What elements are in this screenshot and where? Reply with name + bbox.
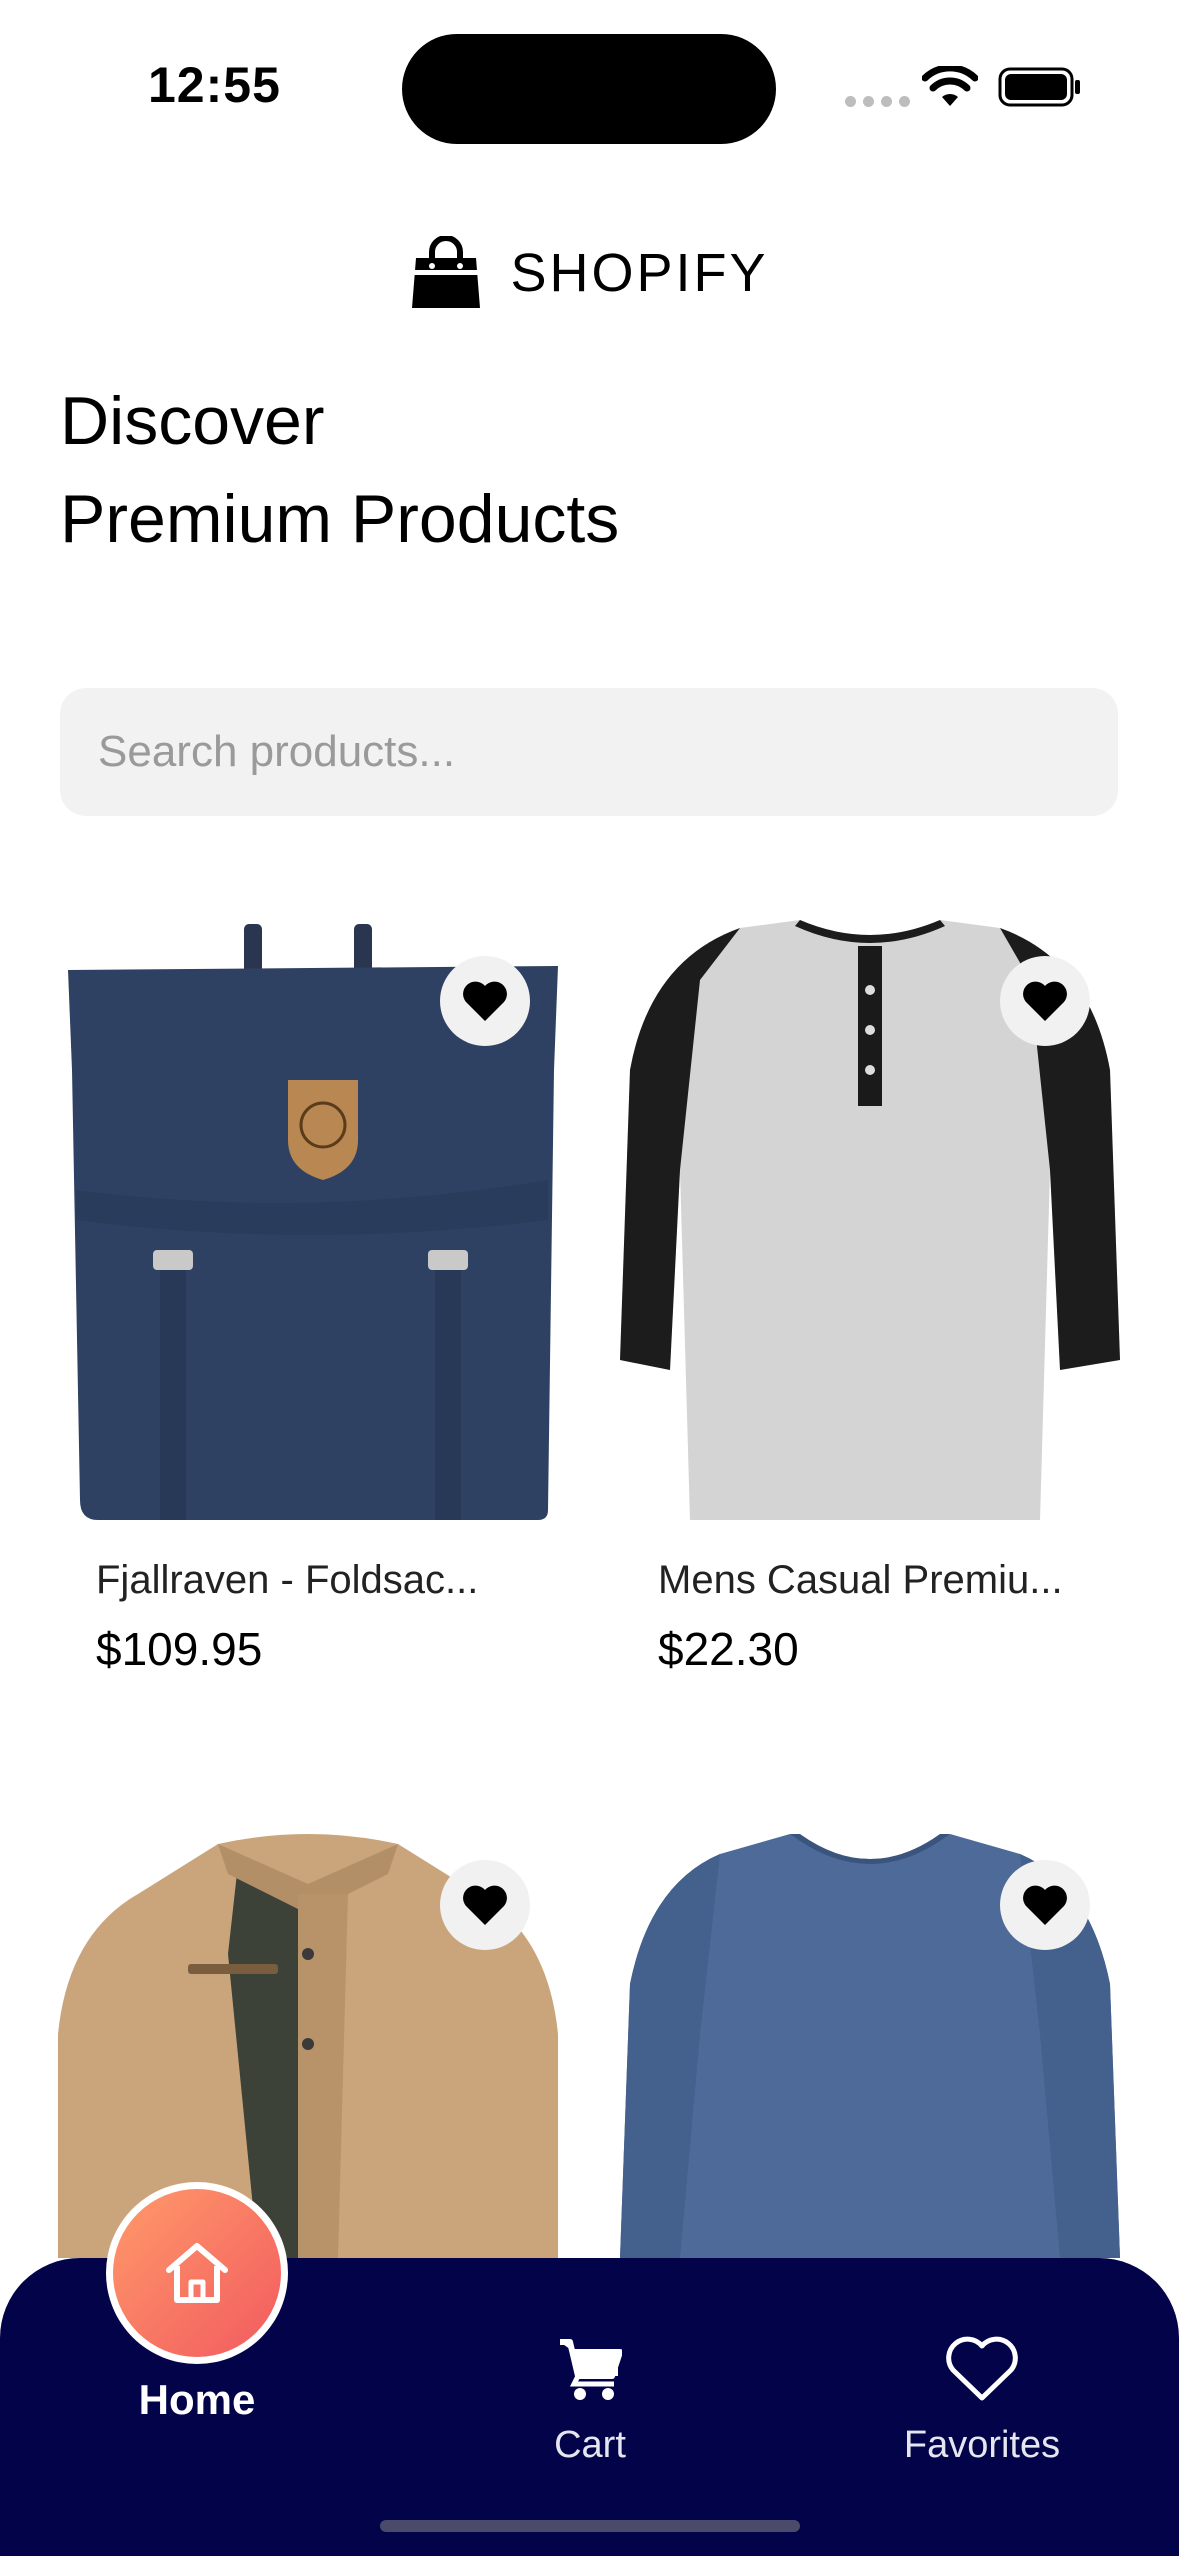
nav-label-cart: Cart	[554, 2424, 626, 2466]
status-time: 12:55	[148, 57, 281, 113]
favorite-button[interactable]	[440, 1860, 530, 1950]
heart-icon	[463, 1885, 507, 1925]
product-card[interactable]: Mens Casual Premiu... $22.30	[620, 920, 1120, 1675]
product-price: $109.95	[96, 1623, 263, 1675]
favorite-button[interactable]	[440, 956, 530, 1046]
product-name: Fjallraven - Foldsac...	[96, 1558, 479, 1602]
favorite-button[interactable]	[1000, 1860, 1090, 1950]
heart-icon	[463, 981, 507, 1021]
headline-line-1: Discover	[60, 383, 325, 459]
wifi-icon	[922, 66, 978, 106]
nav-home-button[interactable]	[106, 2182, 288, 2364]
shopping-bag-icon	[412, 236, 481, 308]
search-input[interactable]	[60, 688, 1118, 816]
dynamic-island	[402, 34, 776, 144]
product-image[interactable]	[58, 1834, 558, 2258]
home-button-circle	[113, 2189, 281, 2357]
product-card[interactable]	[58, 1834, 558, 2258]
nav-item-favorites[interactable]: Favorites	[882, 2336, 1082, 2467]
product-card[interactable]	[620, 1834, 1120, 2258]
product-price: $22.30	[658, 1623, 799, 1675]
home-icon	[166, 2243, 228, 2303]
product-name: Mens Casual Premiu...	[658, 1558, 1063, 1602]
nav-label-favorites: Favorites	[903, 2424, 1061, 2466]
heart-outline-icon	[946, 2336, 1018, 2401]
page-headline: Discover Premium Products	[60, 372, 619, 568]
nav-item-cart[interactable]: Cart	[520, 2338, 660, 2467]
cart-icon	[560, 2339, 622, 2400]
brand-header: SHOPIFY	[0, 236, 1179, 310]
brand-name: SHOPIFY	[510, 243, 769, 303]
nav-label-home[interactable]: Home	[120, 2376, 274, 2424]
product-image[interactable]	[620, 1834, 1120, 2258]
favorite-button[interactable]	[1000, 956, 1090, 1046]
product-image[interactable]	[620, 920, 1120, 1520]
headline-line-2: Premium Products	[60, 481, 620, 557]
heart-icon	[1023, 1885, 1067, 1925]
battery-icon	[998, 67, 1080, 107]
heart-icon	[1023, 981, 1067, 1021]
product-card[interactable]: Fjallraven - Foldsac... $109.95	[58, 920, 558, 1675]
product-image[interactable]	[58, 920, 558, 1520]
home-indicator	[380, 2520, 800, 2532]
cellular-signal-icon	[845, 96, 910, 107]
